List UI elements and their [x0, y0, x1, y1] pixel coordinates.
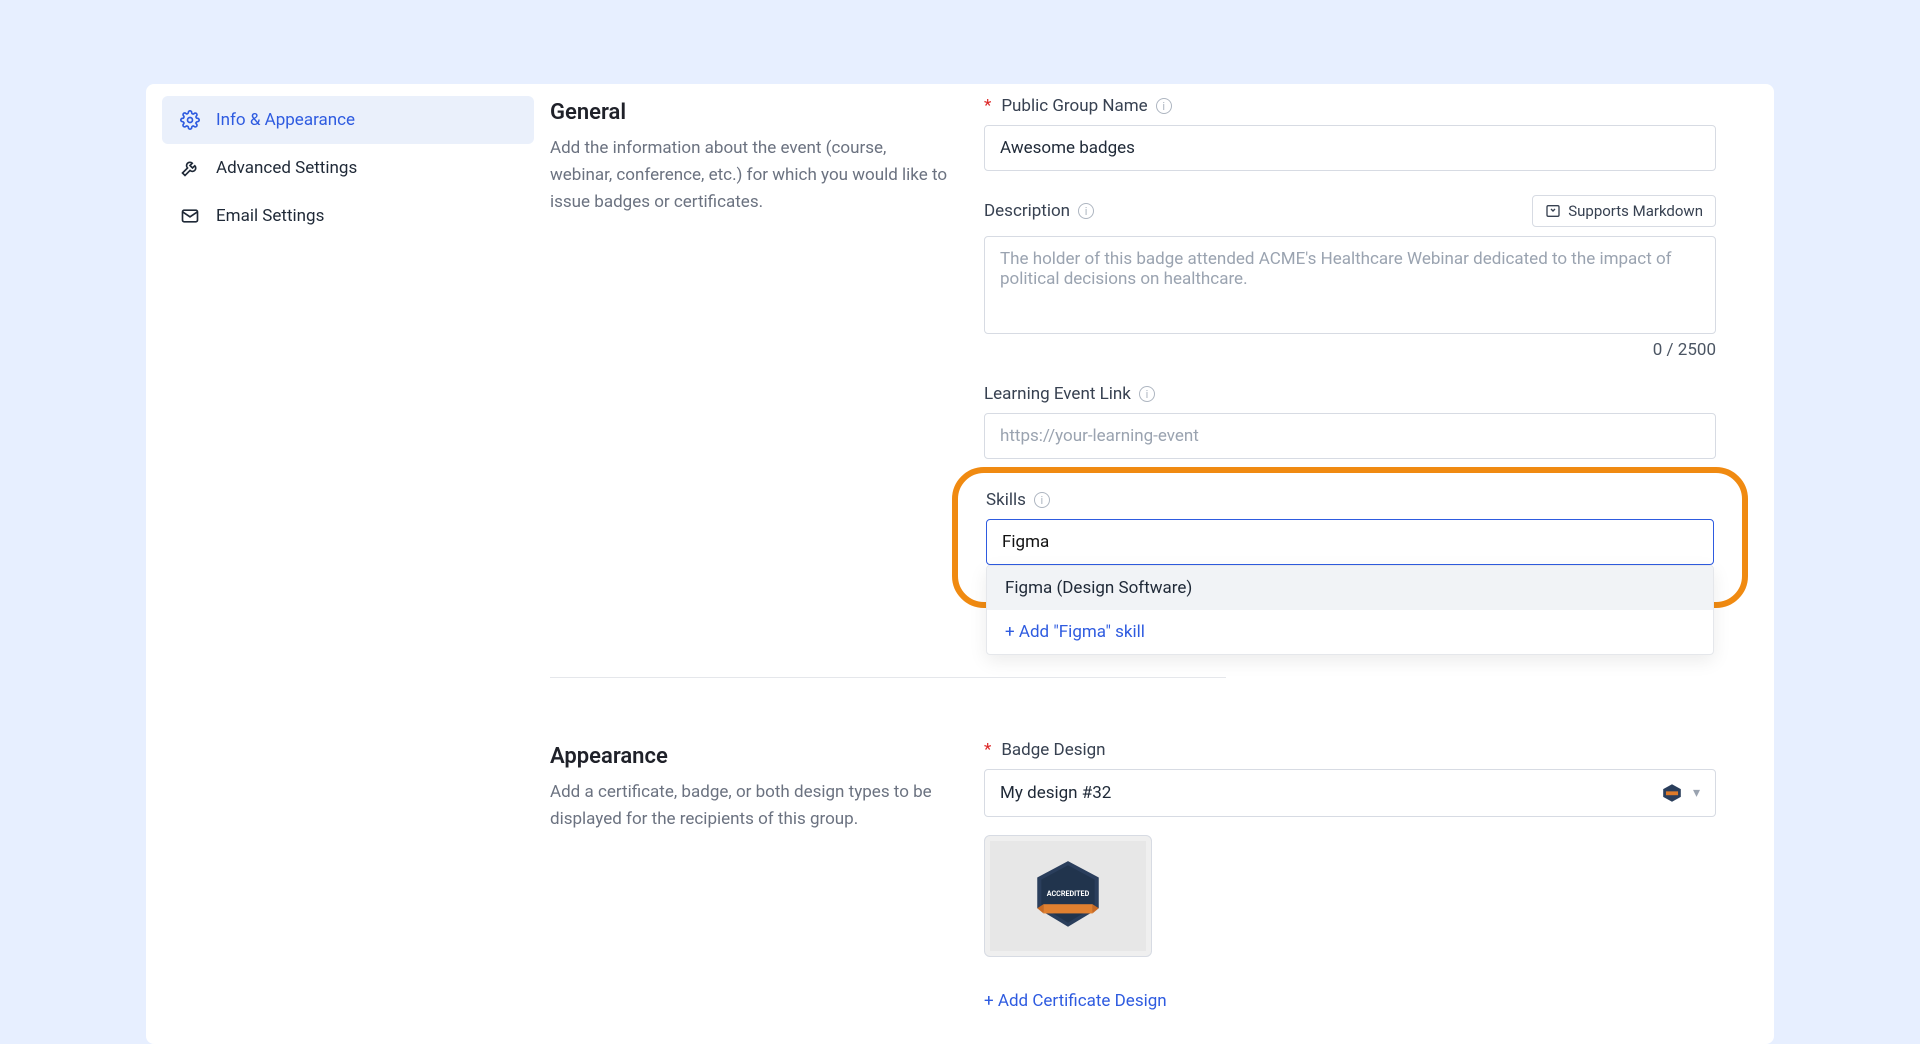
- mail-icon: [180, 206, 200, 226]
- section-title: General: [550, 100, 950, 125]
- gear-icon: [180, 110, 200, 130]
- content-area: General Add the information about the ev…: [550, 84, 1774, 1044]
- badge-design-select[interactable]: My design #32 ▾: [984, 769, 1716, 817]
- sidebar-item-email[interactable]: Email Settings: [162, 192, 534, 240]
- general-form: * Public Group Name i Description i Supp…: [984, 96, 1716, 641]
- skills-option[interactable]: Figma (Design Software): [987, 566, 1713, 610]
- section-title: Appearance: [550, 744, 950, 769]
- section-desc: Add a certificate, badge, or both design…: [550, 779, 950, 833]
- sidebar-item-info-appearance[interactable]: Info & Appearance: [162, 96, 534, 144]
- skills-input[interactable]: [986, 519, 1714, 565]
- info-icon[interactable]: i: [1034, 492, 1050, 508]
- info-icon[interactable]: i: [1139, 386, 1155, 402]
- wrench-icon: [180, 158, 200, 178]
- badge-design-label: * Badge Design: [984, 740, 1716, 760]
- chevron-down-icon: ▾: [1693, 785, 1700, 801]
- group-name-label: * Public Group Name i: [984, 96, 1716, 116]
- skills-add-option[interactable]: + Add "Figma" skill: [987, 610, 1713, 654]
- link-input[interactable]: [984, 413, 1716, 459]
- info-icon[interactable]: i: [1078, 203, 1094, 219]
- general-heading: General Add the information about the ev…: [550, 96, 968, 641]
- sidebar-item-label: Email Settings: [216, 206, 324, 226]
- badge-preview-icon: ACCREDITED: [1027, 855, 1109, 937]
- required-mark: *: [984, 96, 991, 116]
- settings-panel: Info & Appearance Advanced Settings Emai…: [146, 84, 1774, 1044]
- section-divider: [550, 677, 1226, 678]
- add-certificate-link[interactable]: + Add Certificate Design: [984, 991, 1716, 1011]
- sidebar-item-label: Advanced Settings: [216, 158, 357, 178]
- svg-text:ACCREDITED: ACCREDITED: [1047, 889, 1090, 898]
- select-value: My design #32: [1000, 783, 1111, 803]
- description-input[interactable]: [984, 236, 1716, 334]
- group-name-input[interactable]: [984, 125, 1716, 171]
- sidebar-item-advanced[interactable]: Advanced Settings: [162, 144, 534, 192]
- description-label: Description i: [984, 201, 1094, 221]
- sidebar-item-label: Info & Appearance: [216, 110, 355, 130]
- appearance-heading: Appearance Add a certificate, badge, or …: [550, 740, 968, 1044]
- appearance-form: * Badge Design My design #32 ▾: [984, 740, 1716, 1044]
- badge-thumbnail-icon: [1661, 782, 1683, 804]
- link-label: Learning Event Link i: [984, 384, 1716, 404]
- required-mark: *: [984, 740, 991, 760]
- skills-label: Skills i: [986, 490, 1714, 510]
- skills-highlight-box: Skills i Figma (Design Software) + Add "…: [952, 467, 1748, 608]
- markdown-badge[interactable]: Supports Markdown: [1532, 195, 1716, 227]
- markdown-icon: [1545, 203, 1561, 219]
- badge-preview[interactable]: ACCREDITED: [984, 835, 1152, 957]
- section-desc: Add the information about the event (cou…: [550, 135, 950, 217]
- skills-dropdown: Figma (Design Software) + Add "Figma" sk…: [986, 565, 1714, 655]
- info-icon[interactable]: i: [1156, 98, 1172, 114]
- sidebar: Info & Appearance Advanced Settings Emai…: [146, 84, 550, 1044]
- char-counter: 0 / 2500: [984, 340, 1716, 360]
